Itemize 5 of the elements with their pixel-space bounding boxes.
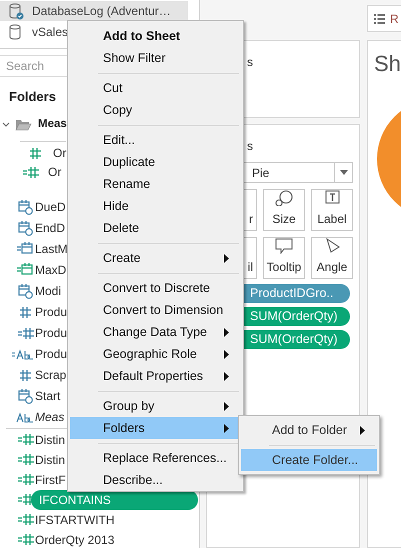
sheet-title: Sh — [373, 50, 401, 78]
panel-title: s — [247, 55, 253, 69]
panel-title: s — [247, 139, 253, 153]
section-title: Folders — [9, 88, 56, 106]
shelf-label: R — [390, 10, 399, 28]
